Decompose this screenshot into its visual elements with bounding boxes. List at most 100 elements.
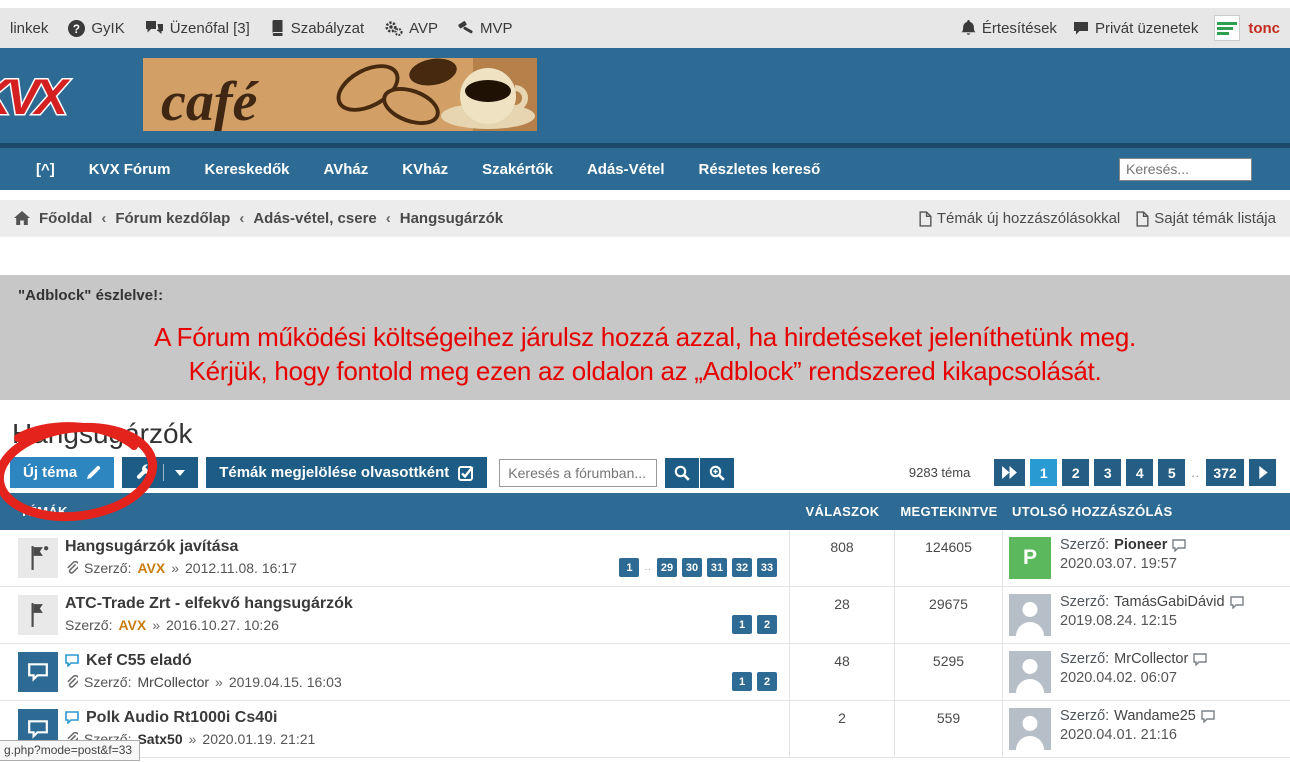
topic-author-link[interactable]: AVX [137, 560, 165, 576]
paperclip-icon [65, 675, 78, 690]
last-post-date: 2019.08.24. 12:15 [1060, 613, 1244, 629]
nav-adas-vetel[interactable]: Adás-Vétel [587, 161, 665, 178]
avatar[interactable] [1009, 651, 1051, 693]
nav-kvx-forum[interactable]: KVX Fórum [89, 161, 171, 178]
crumb-home[interactable]: Főoldal [39, 210, 92, 227]
avatar[interactable] [1009, 708, 1051, 750]
new-topic-button[interactable]: Új téma [10, 457, 114, 488]
topic-title-link[interactable]: Kef C55 eladó [65, 650, 342, 671]
document-icon [919, 211, 932, 227]
chevron-down-icon [175, 469, 185, 477]
table-row: Polk Audio Rt1000i Cs40i Szerző: Satx50 … [0, 701, 1290, 758]
search-button[interactable] [665, 458, 699, 488]
page-1-button[interactable]: 1 [1030, 459, 1057, 486]
last-post-author-link[interactable]: Wandame25 [1114, 708, 1196, 724]
topic-date: 2019.04.15. 16:03 [229, 674, 342, 690]
mark-topics-read-button[interactable]: Témák megjelölése olvasottként [206, 457, 487, 488]
mini-pagination: 1 2 [732, 615, 777, 634]
crumb-hangsugarzok[interactable]: Hangsugárzók [400, 210, 503, 227]
next-page-button[interactable] [1249, 459, 1276, 486]
goto-last-post-icon[interactable] [1193, 653, 1207, 666]
announcement-icon [18, 595, 58, 635]
topic-date: 2020.01.19. 21:21 [202, 731, 315, 747]
avatar[interactable]: P [1009, 537, 1051, 579]
mvp-link[interactable]: MVP [458, 20, 513, 37]
coffee-banner-ad[interactable]: café [143, 58, 537, 131]
replies-count: 2 [790, 701, 895, 757]
mini-page-button[interactable]: 1 [732, 672, 752, 691]
search-icon [674, 465, 690, 481]
nav-szakertok[interactable]: Szakértők [482, 161, 553, 178]
search-plus-icon [709, 465, 725, 481]
views-count: 124605 [895, 530, 1003, 586]
nav-top-anchor[interactable]: [^] [36, 161, 55, 178]
user-menu[interactable]: tonc [1214, 15, 1280, 41]
nav-kereskedok[interactable]: Kereskedők [204, 161, 289, 178]
page-4-button[interactable]: 4 [1126, 459, 1153, 486]
last-post-author-link[interactable]: Pioneer [1114, 537, 1167, 553]
home-icon [14, 211, 30, 226]
crumb-adas-vetel[interactable]: Adás-vétel, csere [253, 210, 376, 227]
topic-icon [18, 652, 58, 692]
mini-page-button[interactable]: 30 [682, 558, 702, 577]
top-utility-bar: linkek ? GyIK Üzenőfal [3] Szabályzat AV… [0, 8, 1290, 48]
goto-last-post-icon[interactable] [1230, 596, 1244, 609]
notifications-link[interactable]: Értesítések [961, 20, 1057, 37]
topic-author-link[interactable]: MrCollector [137, 674, 209, 690]
own-topics-link[interactable]: Saját témák listája [1136, 210, 1276, 227]
mini-page-button[interactable]: 31 [707, 558, 727, 577]
site-search-input[interactable] [1119, 158, 1252, 181]
table-row: Hangsugárzók javítása Szerző: AVX » 2012… [0, 530, 1290, 587]
nav-kvhaz[interactable]: KVház [402, 161, 448, 178]
breadcrumb-quick-links: Témák új hozzászólásokkal Saját témák li… [919, 210, 1276, 227]
advanced-search-button[interactable] [700, 458, 734, 488]
rules-link[interactable]: Szabályzat [270, 20, 364, 37]
new-posts-topics-link[interactable]: Témák új hozzászólásokkal [919, 210, 1120, 227]
private-messages-link[interactable]: Privát üzenetek [1073, 20, 1198, 37]
top-user-area: Értesítések Privát üzenetek tonc [961, 15, 1280, 41]
table-row: ATC-Trade Zrt - elfekvő hangsugárzók Sze… [0, 587, 1290, 644]
page-5-button[interactable]: 5 [1158, 459, 1185, 486]
mini-page-button[interactable]: 33 [757, 558, 777, 577]
forum-page: linkek ? GyIK Üzenőfal [3] Szabályzat AV… [0, 0, 1290, 762]
page-2-button[interactable]: 2 [1062, 459, 1089, 486]
last-post-author-link[interactable]: TamásGabiDávid [1114, 594, 1224, 610]
messageboard-link[interactable]: Üzenőfal [3] [145, 20, 250, 37]
goto-last-post-icon[interactable] [1172, 539, 1186, 552]
topic-tools-button[interactable] [122, 457, 198, 488]
quick-links-label: linkek [10, 20, 48, 37]
mini-page-button[interactable]: 2 [757, 672, 777, 691]
crumb-forum-index[interactable]: Fórum kezdőlap [115, 210, 230, 227]
page-3-button[interactable]: 3 [1094, 459, 1121, 486]
speech-bubble-icon [1073, 21, 1089, 36]
page-jump-button[interactable] [994, 459, 1025, 486]
goto-last-post-icon[interactable] [1201, 710, 1215, 723]
quick-links-link[interactable]: linkek [10, 20, 48, 37]
replies-count: 28 [790, 587, 895, 643]
topic-title-link[interactable]: Hangsugárzók javítása [65, 536, 297, 557]
mini-page-button[interactable]: 1 [732, 615, 752, 634]
nav-avhaz[interactable]: AVház [324, 161, 369, 178]
mini-page-button[interactable]: 1 [619, 558, 639, 577]
mini-page-button[interactable]: 32 [732, 558, 752, 577]
avp-link[interactable]: AVP [384, 20, 438, 37]
main-nav: [^] KVX Fórum Kereskedők AVház KVház Sza… [0, 143, 1290, 190]
kvx-logo[interactable]: KVX [0, 62, 100, 132]
mini-page-button[interactable]: 2 [757, 615, 777, 634]
avatar[interactable] [1009, 594, 1051, 636]
mini-page-button[interactable]: 29 [657, 558, 677, 577]
nav-reszletes-kereso[interactable]: Részletes kereső [698, 161, 820, 178]
topic-list: Hangsugárzók javítása Szerző: AVX » 2012… [0, 530, 1290, 758]
forum-search-input[interactable] [499, 459, 657, 487]
comments-icon [145, 20, 164, 36]
page-last-button[interactable]: 372 [1206, 459, 1244, 486]
last-post-author-link[interactable]: MrCollector [1114, 651, 1188, 667]
topic-title-link[interactable]: ATC-Trade Zrt - elfekvő hangsugárzók [65, 593, 353, 614]
topic-date: 2016.10.27. 10:26 [166, 617, 279, 633]
topic-author-link[interactable]: AVX [118, 617, 146, 633]
faq-link[interactable]: ? GyIK [68, 20, 124, 37]
last-post-date: 2020.04.02. 06:07 [1060, 670, 1207, 686]
topic-author-link[interactable]: Satx50 [137, 731, 182, 747]
last-post-date: 2020.04.01. 21:16 [1060, 727, 1215, 743]
topic-title-link[interactable]: Polk Audio Rt1000i Cs40i [65, 707, 315, 728]
